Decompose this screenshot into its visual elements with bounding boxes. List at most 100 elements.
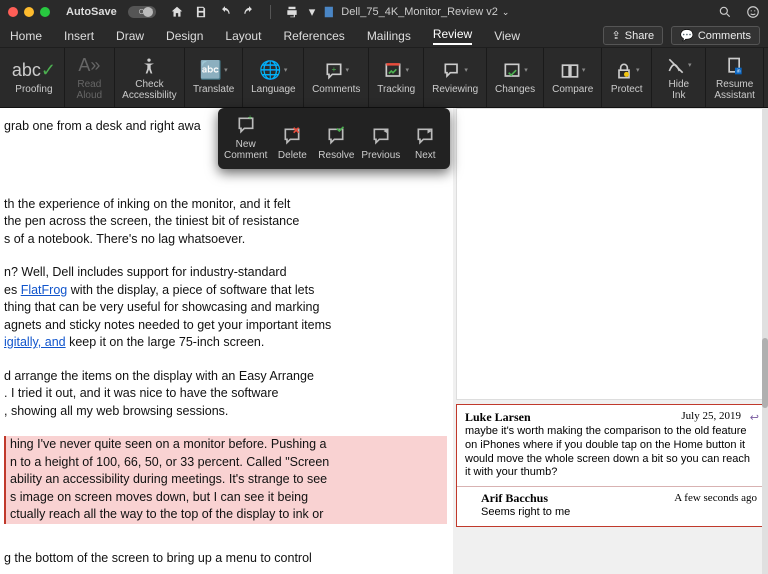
commented-range[interactable]: hing I've never quite seen on a monitor … xyxy=(4,436,447,524)
dropdown-label: NewComment xyxy=(224,139,267,161)
accessibility-icon xyxy=(139,55,159,77)
tab-mailings[interactable]: Mailings xyxy=(367,29,411,43)
dropdown-previous[interactable]: Previous xyxy=(361,114,400,161)
search-icon[interactable] xyxy=(718,5,732,19)
ribbon-protect[interactable]: ▾ Protect xyxy=(602,48,652,107)
delete-comment-icon xyxy=(281,125,303,147)
document-text: d arrange the items on the display with … xyxy=(4,368,447,421)
comment-author: Arif Bacchus xyxy=(481,491,548,505)
ribbon-language[interactable]: 🌐▾ Language xyxy=(243,48,304,107)
document-title-area[interactable]: Dell_75_4K_Monitor_Review v2 ⌄ xyxy=(323,5,509,19)
document-text: n? Well, Dell includes support for indus… xyxy=(4,264,447,352)
reviewing-icon: ▾ xyxy=(442,60,468,82)
window-controls xyxy=(8,7,50,17)
dropdown-label: Resolve xyxy=(318,150,354,161)
resume-assistant-icon: in xyxy=(725,55,745,77)
ribbon-label: Hide Ink xyxy=(662,79,695,101)
tab-home[interactable]: Home xyxy=(10,29,42,43)
ribbon-tabs: Home Insert Draw Design Layout Reference… xyxy=(0,24,768,48)
resolve-comment-icon xyxy=(325,125,347,147)
tracking-icon: ▾ xyxy=(383,60,409,82)
tab-references[interactable]: References xyxy=(283,29,344,43)
tab-design[interactable]: Design xyxy=(166,29,203,43)
ribbon-label: Proofing xyxy=(15,84,52,95)
comment-time: A few seconds ago xyxy=(674,492,757,504)
highlighted-text: s image on screen moves down, but I can … xyxy=(4,489,447,507)
ribbon-translate[interactable]: 🔤▾ Translate xyxy=(185,48,243,107)
comment[interactable]: Luke Larsen July 25, 2019 ↩ maybe it's w… xyxy=(457,405,765,487)
share-button[interactable]: ⇪ Share xyxy=(603,26,664,45)
dropdown-resolve[interactable]: Resolve xyxy=(317,114,355,161)
protect-icon: ▾ xyxy=(614,60,640,82)
word-doc-icon xyxy=(323,5,337,19)
ribbon-read-aloud[interactable]: A» ReadAloud xyxy=(65,48,115,107)
titlebar: AutoSave OFF ▾ Dell_75_4K_Monitor_Review… xyxy=(0,0,768,24)
ribbon: abc✓ Proofing A» ReadAloud CheckAccessib… xyxy=(0,48,768,108)
ribbon-label: Compare xyxy=(552,84,593,95)
highlighted-text: ctually reach all the way to the top of … xyxy=(4,506,447,524)
comment-reply[interactable]: Arif Bacchus A few seconds ago Seems rig… xyxy=(457,487,765,526)
ribbon-label: Language xyxy=(251,84,296,95)
comment-thread[interactable]: Luke Larsen July 25, 2019 ↩ maybe it's w… xyxy=(456,404,766,527)
ribbon-proofing[interactable]: abc✓ Proofing xyxy=(4,48,65,107)
highlighted-text: n to a height of 100, 66, 50, or 33 perc… xyxy=(4,454,447,472)
ribbon-resume-assistant[interactable]: in ResumeAssistant xyxy=(706,48,764,107)
undo-icon[interactable] xyxy=(218,5,232,19)
minimize-window-button[interactable] xyxy=(24,7,34,17)
save-icon[interactable] xyxy=(194,5,208,19)
ribbon-comments[interactable]: +▾ Comments xyxy=(304,48,369,107)
dropdown-label: Previous xyxy=(361,150,400,161)
smile-icon[interactable] xyxy=(746,5,760,19)
svg-text:in: in xyxy=(736,68,740,74)
dropdown-delete[interactable]: Delete xyxy=(273,114,311,161)
tab-draw[interactable]: Draw xyxy=(116,29,144,43)
abc-check-icon: abc✓ xyxy=(12,60,56,82)
share-label: Share xyxy=(625,30,654,42)
comment-body: maybe it's worth making the comparison t… xyxy=(465,425,757,480)
quick-access-toolbar: ▾ xyxy=(170,4,316,20)
new-comment-icon: + xyxy=(235,114,257,136)
dropdown-next[interactable]: Next xyxy=(406,114,444,161)
ribbon-label: ReadAloud xyxy=(77,79,103,101)
reply-icon[interactable]: ↩ xyxy=(750,411,759,424)
vertical-scrollbar[interactable] xyxy=(762,108,768,574)
read-aloud-icon: A» xyxy=(78,55,100,77)
ribbon-label: ResumeAssistant xyxy=(714,79,755,101)
hyperlink[interactable]: FlatFrog xyxy=(21,283,68,297)
scrollbar-thumb[interactable] xyxy=(762,338,768,408)
ribbon-compare[interactable]: ▾ Compare xyxy=(544,48,602,107)
dropdown-label: Next xyxy=(415,150,436,161)
ribbon-check-accessibility[interactable]: CheckAccessibility xyxy=(115,48,185,107)
comments-pane-button[interactable]: 💬 Comments xyxy=(671,26,760,45)
comments-label: Comments xyxy=(698,30,751,42)
dropdown-new-comment[interactable]: + NewComment xyxy=(224,114,267,161)
hide-ink-icon: ▾ xyxy=(666,55,692,77)
tab-insert[interactable]: Insert xyxy=(64,29,94,43)
ribbon-hide-ink[interactable]: ▾ Hide Ink xyxy=(652,48,706,107)
tab-view[interactable]: View xyxy=(494,29,520,43)
document-title: Dell_75_4K_Monitor_Review v2 xyxy=(341,6,498,18)
tab-review[interactable]: Review xyxy=(433,27,472,45)
ribbon-label: Translate xyxy=(193,84,234,95)
ribbon-changes[interactable]: ▾ Changes xyxy=(487,48,544,107)
maximize-window-button[interactable] xyxy=(40,7,50,17)
chevron-down-icon[interactable]: ▾ xyxy=(309,4,316,20)
close-window-button[interactable] xyxy=(8,7,18,17)
document-page[interactable]: grab one from a desk and right awa th th… xyxy=(0,108,453,574)
separator xyxy=(270,5,271,19)
hyperlink[interactable]: igitally, and xyxy=(4,335,66,349)
document-text: g the bottom of the screen to bring up a… xyxy=(4,550,447,568)
ribbon-reviewing[interactable]: ▾ Reviewing xyxy=(424,48,487,107)
home-icon[interactable] xyxy=(170,5,184,19)
tab-layout[interactable]: Layout xyxy=(225,29,261,43)
ribbon-tracking[interactable]: ▾ Tracking xyxy=(369,48,424,107)
toggle-knob xyxy=(143,7,153,17)
redo-icon[interactable] xyxy=(242,5,256,19)
chevron-down-icon[interactable]: ⌄ xyxy=(502,7,510,18)
comment-time: July 25, 2019 xyxy=(681,410,741,422)
print-icon[interactable] xyxy=(285,5,299,19)
comment-author: Luke Larsen xyxy=(465,410,531,424)
autosave-toggle[interactable]: OFF xyxy=(128,6,156,18)
ribbon-label: Changes xyxy=(495,84,535,95)
highlighted-text: hing I've never quite seen on a monitor … xyxy=(4,436,447,454)
